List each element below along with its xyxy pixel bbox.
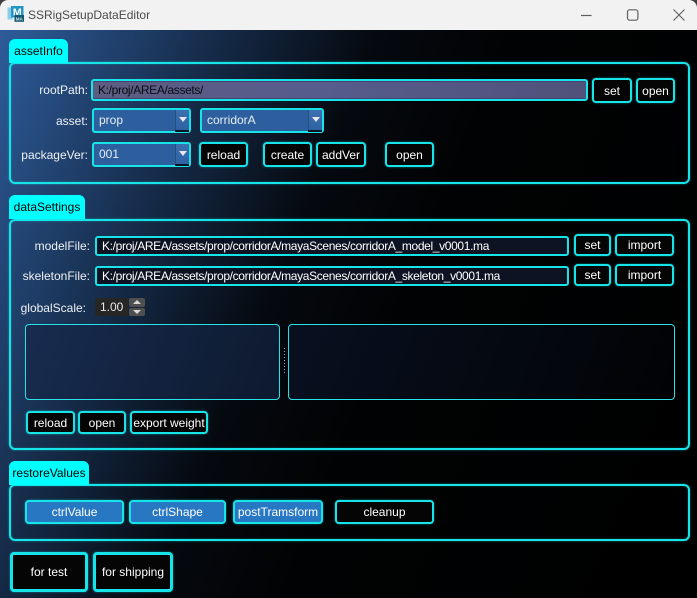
svg-text:MA: MA bbox=[16, 17, 24, 22]
